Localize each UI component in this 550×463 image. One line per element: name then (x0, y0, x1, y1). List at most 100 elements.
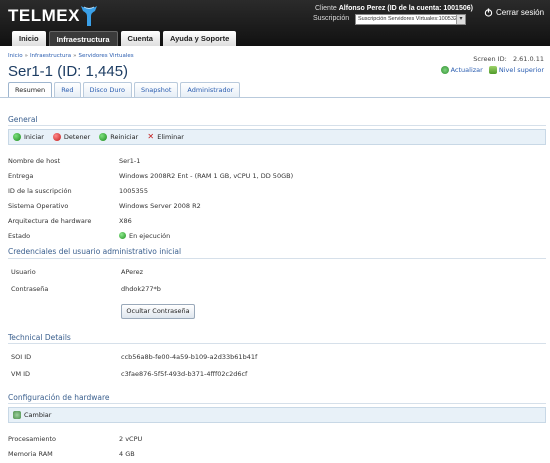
restart-label: Reiniciar (110, 133, 139, 141)
refresh-icon (440, 66, 449, 74)
breadcrumb-separator: » (24, 53, 28, 59)
info-row-hostname: Nombre de host Ser1-1 (8, 155, 546, 167)
delete-icon: ✕ (147, 132, 155, 141)
credential-row-password: Contraseña dhdok277*b (11, 283, 549, 295)
status-text: En ejecución (129, 232, 171, 240)
section-divider (8, 125, 546, 126)
hardware-toolbar: Cambiar (8, 407, 546, 423)
section-title-general: General (8, 115, 38, 124)
subscription-value: Suscripción Servidores Virtuales:1005329 (358, 16, 461, 22)
brand-name: TELMEX (8, 6, 80, 25)
up-level-label: Nivel superior (498, 66, 544, 74)
tech-row-soi: SOI ID ccb56a8b-fe00-4a59-b109-a2d33b61b… (11, 351, 549, 363)
credential-row-user: Usuario APerez (11, 266, 549, 278)
row-label: Arquitectura de hardware (8, 217, 92, 225)
info-row-architecture: Arquitectura de hardware X86 (8, 215, 546, 227)
cpu-label: Procesamiento (8, 435, 57, 443)
breadcrumb-servidores[interactable]: Servidores Virtuales (78, 53, 133, 59)
restart-button[interactable]: Reiniciar (99, 133, 138, 141)
hide-password-button[interactable]: Ocultar Contraseña (121, 304, 195, 319)
change-label: Cambiar (24, 411, 52, 419)
section-title-technical: Technical Details (8, 333, 71, 342)
nav-tab-inicio[interactable]: Inicio (12, 31, 46, 46)
soi-label: SOI ID (11, 353, 32, 361)
page-title: Ser1-1 (ID: 1,445) (8, 63, 129, 80)
screen-id: Screen ID: 2.61.0.11 (473, 55, 544, 63)
telmex-logo[interactable]: TELMEX (8, 4, 100, 28)
vm-label: VM ID (11, 370, 31, 378)
start-label: Iniciar (24, 133, 44, 141)
info-row-status: Estado En ejecución (8, 230, 546, 242)
tab-resumen[interactable]: Resumen (8, 82, 53, 97)
power-icon (484, 8, 493, 17)
logout-label: Cerrar sesión (496, 8, 545, 17)
logout-link[interactable]: Cerrar sesión (484, 8, 544, 17)
subscription-label: Suscripción (313, 15, 350, 22)
nav-tab-cuenta[interactable]: Cuenta (120, 31, 160, 46)
ram-label: Memoria RAM (8, 450, 53, 458)
delete-label: Eliminar (157, 133, 184, 141)
row-value: X86 (119, 217, 132, 225)
refresh-link[interactable]: Actualizar (440, 66, 483, 74)
user-value: APerez (121, 268, 144, 276)
stop-icon (52, 133, 61, 141)
server-actions-toolbar: Iniciar Detener Reiniciar ✕ Eliminar (8, 129, 546, 145)
row-value: 1005355 (119, 187, 148, 195)
password-label: Contraseña (11, 285, 49, 293)
tab-administrador[interactable]: Administrador (180, 82, 241, 97)
configure-icon (13, 411, 21, 419)
row-value: Windows 2008R2 Ent - (RAM 1 GB, vCPU 1, … (119, 172, 294, 180)
change-hardware-button[interactable]: Cambiar (13, 411, 51, 419)
hardware-row-cpu: Procesamiento 2 vCPU (8, 433, 546, 445)
tabs-divider (0, 97, 550, 98)
row-value: Windows Server 2008 R2 (119, 202, 201, 210)
up-folder-icon (488, 66, 497, 74)
row-label: ID de la suscripción (8, 187, 72, 195)
stop-label: Detener (63, 133, 91, 141)
chevron-down-icon[interactable]: ▾ (456, 15, 465, 24)
play-icon (13, 133, 21, 141)
stop-button[interactable]: Detener (52, 133, 91, 141)
row-label: Estado (8, 232, 31, 240)
info-row-os: Sistema Operativo Windows Server 2008 R2 (8, 200, 546, 212)
hardware-row-ram: Memoria RAM 4 GB (8, 448, 546, 460)
delete-button[interactable]: ✕ Eliminar (147, 132, 184, 142)
page-actions: Actualizar Nivel superior (440, 66, 544, 74)
detail-tabs: Resumen Red Disco Duro Snapshot Administ… (8, 82, 241, 97)
running-status-icon (119, 232, 126, 239)
nav-tab-ayuda[interactable]: Ayuda y Soporte (162, 31, 237, 46)
refresh-label: Actualizar (450, 66, 483, 74)
breadcrumb-inicio[interactable]: Inicio (8, 53, 23, 59)
vm-value: c3fae876-5f5f-493d-b371-4fff02c2d6cf (121, 370, 248, 378)
status-value: En ejecución (119, 232, 170, 240)
breadcrumb-infraestructura[interactable]: Infraestructura (30, 53, 71, 59)
info-row-subscription-id: ID de la suscripción 1005355 (8, 185, 546, 197)
user-label: Usuario (11, 268, 36, 276)
soi-value: ccb56a8b-fe00-4a59-b109-a2d33b61b41f (121, 353, 258, 361)
top-header: TELMEX Cliente Alfonso Perez (ID de la c… (0, 0, 550, 46)
tab-red[interactable]: Red (54, 82, 81, 97)
breadcrumb-separator: » (73, 53, 77, 59)
client-name: Alfonso Perez (ID de la cuenta: 1001506) (338, 5, 473, 12)
row-label: Nombre de host (8, 157, 61, 165)
section-title-hardware: Configuración de hardware (8, 393, 110, 402)
restart-icon (99, 133, 108, 141)
tech-row-vm: VM ID c3fae876-5f5f-493d-b371-4fff02c2d6… (11, 368, 549, 380)
ram-value: 4 GB (119, 450, 135, 458)
row-label: Sistema Operativo (8, 202, 69, 210)
tab-disco-duro[interactable]: Disco Duro (82, 82, 132, 97)
up-level-link[interactable]: Nivel superior (488, 66, 544, 74)
password-value: dhdok277*b (121, 285, 161, 293)
row-value: Ser1-1 (119, 157, 141, 165)
info-row-entrega: Entrega Windows 2008R2 Ent - (RAM 1 GB, … (8, 170, 546, 182)
section-divider (8, 403, 546, 404)
client-label: Cliente (315, 5, 337, 12)
section-divider (8, 258, 546, 259)
subscription-select[interactable]: Suscripción Servidores Virtuales:1005329… (355, 14, 466, 25)
nav-tab-infraestructura[interactable]: Infraestructura (48, 31, 118, 46)
telmex-logo-icon (78, 4, 100, 28)
start-button[interactable]: Iniciar (13, 133, 44, 141)
section-title-credentials: Credenciales del usuario administrativo … (8, 247, 182, 256)
tab-snapshot[interactable]: Snapshot (134, 82, 179, 97)
row-label: Entrega (8, 172, 34, 180)
